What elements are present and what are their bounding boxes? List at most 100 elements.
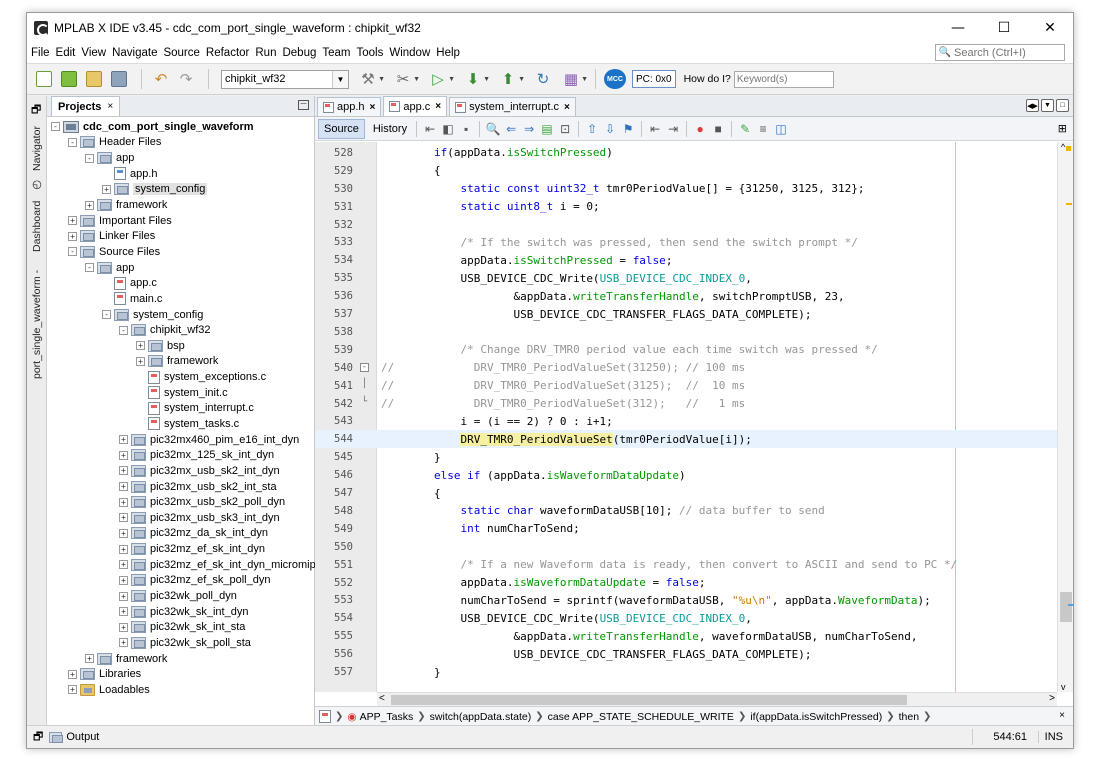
restore-window-icon[interactable]: 🗗	[33, 728, 43, 747]
tree-item[interactable]: + pic32wk_poll_dyn	[47, 588, 314, 604]
code-line[interactable]: 544 DRV_TMR0_PeriodValueSet(tmr0PeriodVa…	[315, 430, 1073, 449]
code-line[interactable]: 546 else if (appData.isWaveformDataUpdat…	[315, 466, 1073, 484]
menu-window[interactable]: Window	[386, 47, 433, 59]
tree-item[interactable]: system_interrupt.c	[47, 401, 314, 417]
tree-item[interactable]: - Header Files	[47, 135, 314, 151]
code-area[interactable]: 528 if(appData.isSwitchPressed) 529 {530 …	[315, 142, 1073, 692]
how-do-i-input[interactable]	[733, 70, 834, 88]
tree-item[interactable]: + pic32mx_125_sk_int_dyn	[47, 447, 314, 463]
menu-edit[interactable]: Edit	[53, 47, 79, 59]
tree-item[interactable]: + Libraries	[47, 666, 314, 682]
find-previous-icon[interactable]: ⇐	[503, 121, 519, 137]
show-opened-docs-icon[interactable]: ▼	[1041, 99, 1054, 112]
menu-tools[interactable]: Tools	[354, 47, 387, 59]
tree-item[interactable]: system_exceptions.c	[47, 369, 314, 385]
code-line[interactable]: 541 │ // DRV_TMR0_PeriodValueSet(3125); //…	[315, 377, 1073, 395]
uncomment-icon[interactable]: ≡	[755, 121, 771, 137]
tree-item[interactable]: + system_config	[47, 182, 314, 198]
tree-item[interactable]: + framework	[47, 651, 314, 667]
expand-icon[interactable]: +	[119, 591, 128, 601]
breadcrumb-item-case[interactable]: case APP_STATE_SCHEDULE_WRITE	[544, 711, 738, 723]
find-selection-icon[interactable]: ▤	[539, 121, 555, 137]
code-line[interactable]: 556 USB_DEVICE_CDC_TRANSFER_FLAGS_DATA_C…	[315, 645, 1073, 663]
mcc-icon[interactable]: MCC	[604, 69, 626, 89]
menu-debug[interactable]: Debug	[279, 47, 319, 59]
code-line[interactable]: 550	[315, 538, 1073, 556]
tree-item[interactable]: - app	[47, 260, 314, 276]
code-line[interactable]: 543 i = (i == 2) ? 0 : i+1;	[315, 413, 1073, 431]
run-project-icon[interactable]: ▷ ▼	[427, 68, 455, 90]
dashboard-tab[interactable]: Dashboard	[29, 194, 45, 258]
maximize-button[interactable]: ☐	[981, 13, 1027, 43]
code-line[interactable]: 535 USB_DEVICE_CDC_Write(USB_DEVICE_CDC_…	[315, 269, 1073, 287]
collapse-icon[interactable]: -	[68, 247, 77, 257]
minimize-panel-icon[interactable]: —	[298, 100, 309, 110]
tree-item[interactable]: + pic32wk_sk_int_dyn	[47, 604, 314, 620]
collapse-icon[interactable]: -	[85, 263, 94, 273]
side-tab-port-single-waveform[interactable]: port_single_waveform -	[29, 260, 45, 388]
code-line[interactable]: 540- // DRV_TMR0_PeriodValueSet(31250); /…	[315, 359, 1073, 377]
tree-item[interactable]: + bsp	[47, 338, 314, 354]
expand-icon[interactable]: +	[68, 216, 77, 226]
scroll-tabs-icon[interactable]: ◀▶	[1026, 99, 1039, 112]
tree-item[interactable]: + framework	[47, 354, 314, 370]
next-bookmark-icon[interactable]: ⇩	[602, 121, 618, 137]
code-line[interactable]: 533 /* If the switch was pressed, then s…	[315, 234, 1073, 252]
code-line[interactable]: 552 appData.isWaveformDataUpdate = false…	[315, 574, 1073, 592]
collapse-icon[interactable]: -	[51, 122, 60, 132]
tree-item[interactable]: + Linker Files	[47, 228, 314, 244]
collapse-icon[interactable]: -	[68, 137, 77, 147]
history-tab[interactable]: History	[368, 119, 412, 139]
expand-icon[interactable]: +	[68, 231, 77, 241]
chevron-right-icon[interactable]: >	[1049, 693, 1055, 704]
expand-icon[interactable]: +	[119, 607, 128, 617]
read-device-icon[interactable]: ↻	[532, 68, 554, 90]
expand-icon[interactable]: +	[119, 513, 128, 523]
tree-item[interactable]: main.c	[47, 291, 314, 307]
menu-refactor[interactable]: Refactor	[203, 47, 252, 59]
tree-item[interactable]: system_tasks.c	[47, 416, 314, 432]
breadcrumb-item-if[interactable]: if(appData.isSwitchPressed)	[746, 711, 886, 723]
code-line[interactable]: 538	[315, 323, 1073, 341]
chevron-up-icon[interactable]: ^	[1061, 142, 1065, 152]
expand-icon[interactable]: +	[119, 638, 128, 648]
code-line[interactable]: 553 numCharToSend = sprintf(waveformData…	[315, 592, 1073, 610]
tab-app-h[interactable]: app.h ×	[317, 97, 382, 116]
output-tab[interactable]: Output	[49, 731, 99, 743]
tree-item[interactable]: - system_config	[47, 307, 314, 323]
toggle-bookmark-icon[interactable]: ⚑	[620, 121, 636, 137]
menu-file[interactable]: File	[28, 47, 53, 59]
shift-right-icon[interactable]: ⇥	[665, 121, 681, 137]
expand-icon[interactable]: +	[136, 341, 145, 351]
scroll-thumb[interactable]	[1060, 592, 1072, 622]
fold-collapse-icon[interactable]: -	[360, 363, 369, 373]
code-line[interactable]: 536 &appData.writeTransferHandle, switch…	[315, 287, 1073, 305]
save-all-icon[interactable]	[108, 68, 130, 90]
close-icon[interactable]: ×	[435, 101, 441, 112]
close-icon[interactable]: ×	[564, 102, 570, 113]
open-project-icon[interactable]	[83, 68, 105, 90]
expand-icon[interactable]: +	[119, 497, 128, 507]
code-line[interactable]: 549 int numCharToSend;	[315, 520, 1073, 538]
code-line[interactable]: 534 appData.isSwitchPressed = false;	[315, 251, 1073, 269]
clean-build-icon[interactable]: ✂ ▼	[392, 68, 420, 90]
code-line[interactable]: 539 /* Change DRV_TMR0 period value each…	[315, 341, 1073, 359]
expand-icon[interactable]: +	[119, 622, 128, 632]
set-project-config-icon[interactable]: ⚒ ▼	[357, 68, 385, 90]
restore-window-icon[interactable]: 🗗	[31, 101, 41, 120]
code-line[interactable]: 542 └ // DRV_TMR0_PeriodValueSet(312); // …	[315, 395, 1073, 413]
code-line[interactable]: 545 }	[315, 448, 1073, 466]
tree-item[interactable]: + framework	[47, 197, 314, 213]
code-line[interactable]: 537 USB_DEVICE_CDC_TRANSFER_FLAGS_DATA_C…	[315, 305, 1073, 323]
change-marker[interactable]	[1068, 604, 1074, 606]
tree-item[interactable]: - cdc_com_port_single_waveform	[47, 119, 314, 135]
tree-item[interactable]: + pic32mz_ef_sk_int_dyn	[47, 541, 314, 557]
expand-icon[interactable]: +	[68, 685, 77, 695]
code-line[interactable]: 528 if(appData.isSwitchPressed)	[315, 144, 1073, 162]
expand-icon[interactable]: +	[119, 482, 128, 492]
expand-icon[interactable]: +	[136, 356, 145, 366]
close-icon[interactable]: ×	[107, 101, 113, 112]
collapse-icon[interactable]: -	[102, 310, 111, 319]
tree-item[interactable]: + pic32mz_ef_sk_poll_dyn	[47, 573, 314, 589]
code-line[interactable]: 530 static const uint32_t tmr0PeriodValu…	[315, 180, 1073, 198]
